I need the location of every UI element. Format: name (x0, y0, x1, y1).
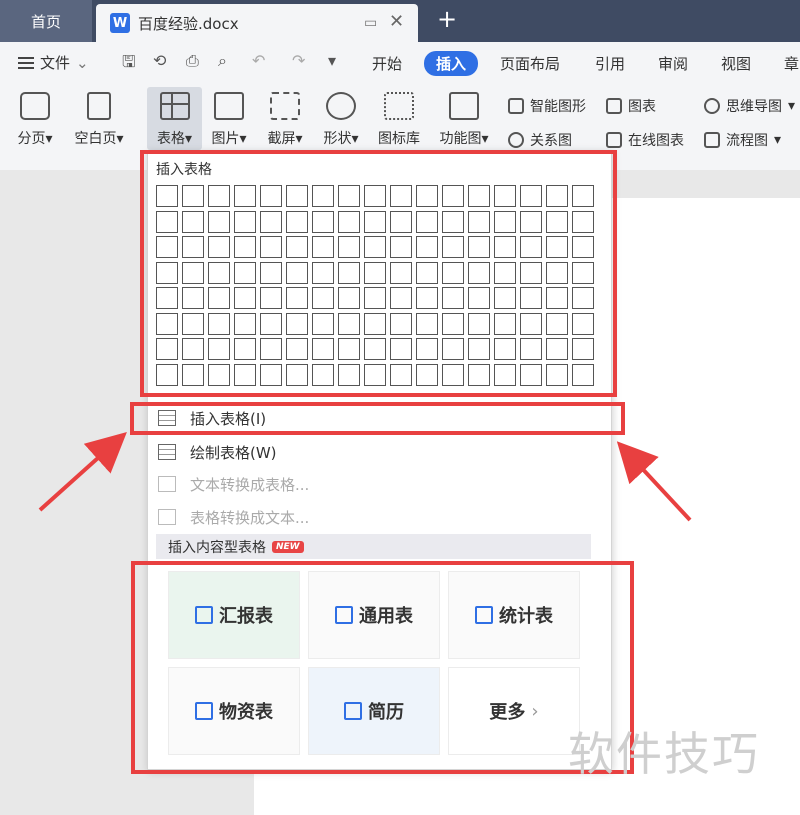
tab-document[interactable]: W 百度经验.docx ▭ ✕ (96, 4, 418, 42)
table-icon (159, 92, 190, 120)
monitor-icon[interactable]: ▭ (364, 15, 377, 31)
text-to-table-menu-item[interactable]: 文本转换成表格... (158, 469, 598, 499)
draw-table-menu-item[interactable]: 绘制表格(W) (158, 437, 598, 467)
annotation-box-templates (131, 561, 634, 774)
table-button[interactable]: 表格▾ (147, 87, 202, 150)
picture-button[interactable]: 图片▾ (206, 92, 252, 148)
hamburger-icon (18, 56, 34, 69)
shape-button[interactable]: 形状▾ (318, 92, 364, 148)
relation-chart-icon (508, 132, 524, 148)
smart-shape-icon (508, 98, 524, 114)
tab-review[interactable]: 审阅 (658, 53, 688, 74)
save-icon[interactable]: 🖫 (122, 51, 136, 78)
online-chart-icon (606, 132, 622, 148)
function-chart-button[interactable]: 功能图▾ (434, 92, 494, 148)
redo-icon[interactable]: ↷ (292, 51, 305, 70)
wps-writer-icon: W (110, 13, 130, 33)
tab-insert[interactable]: 插入 (424, 51, 479, 76)
annotation-box-grid (140, 150, 617, 397)
mind-map-button[interactable]: 思维导图 ▾ (704, 96, 795, 116)
table-to-text-menu-item[interactable]: 表格转换成文本... (158, 502, 598, 532)
bar-chart-icon (606, 98, 622, 114)
online-chart-button[interactable]: 在线图表 (606, 130, 684, 150)
blank-page-icon (87, 92, 111, 120)
annotation-box-insert-table (130, 402, 625, 435)
scissors-icon (270, 92, 300, 120)
page-break-icon (20, 92, 50, 120)
tab-chapter[interactable]: 章 (784, 53, 799, 74)
draw-table-icon (158, 444, 176, 460)
flowchart-button[interactable]: 流程图 ▾ (704, 130, 781, 150)
new-badge: NEW (272, 540, 304, 553)
format-painter-icon[interactable]: ⟲ (153, 51, 166, 70)
tab-view[interactable]: 视图 (721, 53, 751, 74)
undo-icon[interactable]: ↶ (252, 51, 265, 70)
table-to-text-icon (158, 509, 176, 525)
more-commands-icon[interactable]: ▾ (328, 51, 336, 70)
flowchart-icon (704, 132, 720, 148)
blank-page-button[interactable]: 空白页▾ (70, 92, 128, 148)
tab-page-layout[interactable]: 页面布局 (500, 53, 560, 74)
mind-map-icon (704, 98, 720, 114)
page-break-button[interactable]: 分页▾ (12, 92, 58, 148)
tab-home[interactable]: 首页 (0, 0, 92, 42)
file-menu[interactable]: 文件 ⌄ (18, 52, 89, 73)
picture-icon (214, 92, 244, 120)
tab-references[interactable]: 引用 (595, 53, 625, 74)
shape-icon (326, 92, 356, 120)
smart-shape-button[interactable]: 智能图形 (508, 96, 586, 116)
chevron-down-icon: ⌄ (76, 53, 89, 72)
function-chart-icon (449, 92, 479, 120)
icon-library-button[interactable]: 图标库 (374, 92, 424, 148)
icon-library-icon (384, 92, 414, 120)
content-table-section: 插入内容型表格 NEW (156, 534, 591, 559)
menu-row: 文件 ⌄ 🖫 ⟲ ⎙ ⌕ ↶ ↷ ▾ 开始 插入 页面布局 引用 审阅 视图 章 (0, 42, 800, 84)
screenshot-button[interactable]: 截屏▾ (262, 92, 308, 148)
print-icon[interactable]: ⎙ (186, 51, 199, 71)
print-preview-icon[interactable]: ⌕ (218, 51, 227, 71)
file-label: 文件 (40, 54, 71, 72)
chart-button[interactable]: 图表 (606, 96, 656, 116)
relation-chart-button[interactable]: 关系图 (508, 130, 572, 150)
text-to-table-icon (158, 476, 176, 492)
document-title: 百度经验.docx (138, 14, 239, 33)
tab-start[interactable]: 开始 (372, 53, 402, 74)
new-tab-button[interactable]: + (437, 5, 457, 33)
tab-bar: 首页 W 百度经验.docx ▭ ✕ + (0, 0, 800, 42)
close-icon[interactable]: ✕ (389, 11, 404, 32)
watermark: 软件技巧 (568, 727, 760, 781)
